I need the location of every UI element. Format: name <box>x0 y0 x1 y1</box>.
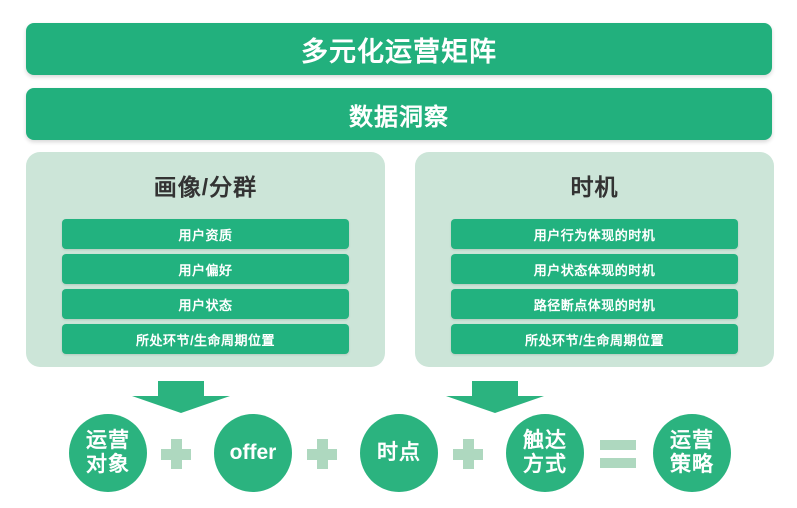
banner-subtitle-text: 数据洞察 <box>349 103 449 131</box>
list-item[interactable]: 用户状态 <box>62 289 349 319</box>
panel-timing: 时机 用户行为体现的时机 用户状态体现的时机 路径断点体现的时机 所处环节/生命… <box>415 152 774 367</box>
formula-node-strategy-line1: 运营 <box>670 429 714 453</box>
banner-main-title-text: 多元化运营矩阵 <box>301 36 497 67</box>
list-item[interactable]: 用户状态体现的时机 <box>451 254 738 284</box>
panel-timing-items: 用户行为体现的时机 用户状态体现的时机 路径断点体现的时机 所处环节/生命周期位… <box>451 219 738 354</box>
list-item[interactable]: 用户行为体现的时机 <box>451 219 738 249</box>
panel-timing-title: 时机 <box>570 174 619 200</box>
plus-icon-bar-vertical <box>317 439 328 469</box>
list-item[interactable]: 所处环节/生命周期位置 <box>451 324 738 354</box>
formula-node-timing-line1: 时点 <box>377 441 421 465</box>
panel-profile-segmentation-items: 用户资质 用户偏好 用户状态 所处环节/生命周期位置 <box>62 219 349 354</box>
formula-node-offer-line1: offer <box>229 441 277 465</box>
plus-icon-bar-vertical <box>171 439 182 469</box>
formula-node-channel[interactable]: 触达 方式 <box>506 414 584 492</box>
plus-icon <box>307 439 337 469</box>
formula-node-audience[interactable]: 运营 对象 <box>69 414 147 492</box>
formula-node-strategy-line2: 策略 <box>670 453 714 476</box>
list-item[interactable]: 所处环节/生命周期位置 <box>62 324 349 354</box>
diagram-canvas: 多元化运营矩阵 数据洞察 画像/分群 用户资质 用户偏好 用户状态 所处环节/生… <box>0 0 797 508</box>
formula-node-timing[interactable]: 时点 <box>360 414 438 492</box>
formula-node-offer[interactable]: offer <box>214 414 292 492</box>
panel-profile-segmentation-title: 画像/分群 <box>153 174 258 200</box>
plus-icon <box>453 439 483 469</box>
banner-subtitle: 数据洞察 <box>26 88 772 140</box>
down-arrow-icon <box>132 381 230 413</box>
list-item[interactable]: 用户资质 <box>62 219 349 249</box>
list-item[interactable]: 用户偏好 <box>62 254 349 284</box>
banner-main-title: 多元化运营矩阵 <box>26 23 772 75</box>
plus-icon-bar-vertical <box>463 439 474 469</box>
equals-icon <box>600 440 636 468</box>
formula-node-channel-line2: 方式 <box>523 453 567 476</box>
formula-node-audience-line1: 运营 <box>86 429 130 453</box>
panel-profile-segmentation: 画像/分群 用户资质 用户偏好 用户状态 所处环节/生命周期位置 <box>26 152 385 367</box>
down-arrow-icon <box>446 381 544 413</box>
formula-node-channel-line1: 触达 <box>523 429 567 453</box>
formula-node-audience-line2: 对象 <box>86 453 130 476</box>
plus-icon <box>161 439 191 469</box>
equals-icon-bar-top <box>600 440 636 450</box>
formula-node-strategy[interactable]: 运营 策略 <box>653 414 731 492</box>
list-item[interactable]: 路径断点体现的时机 <box>451 289 738 319</box>
equals-icon-bar-bottom <box>600 458 636 468</box>
